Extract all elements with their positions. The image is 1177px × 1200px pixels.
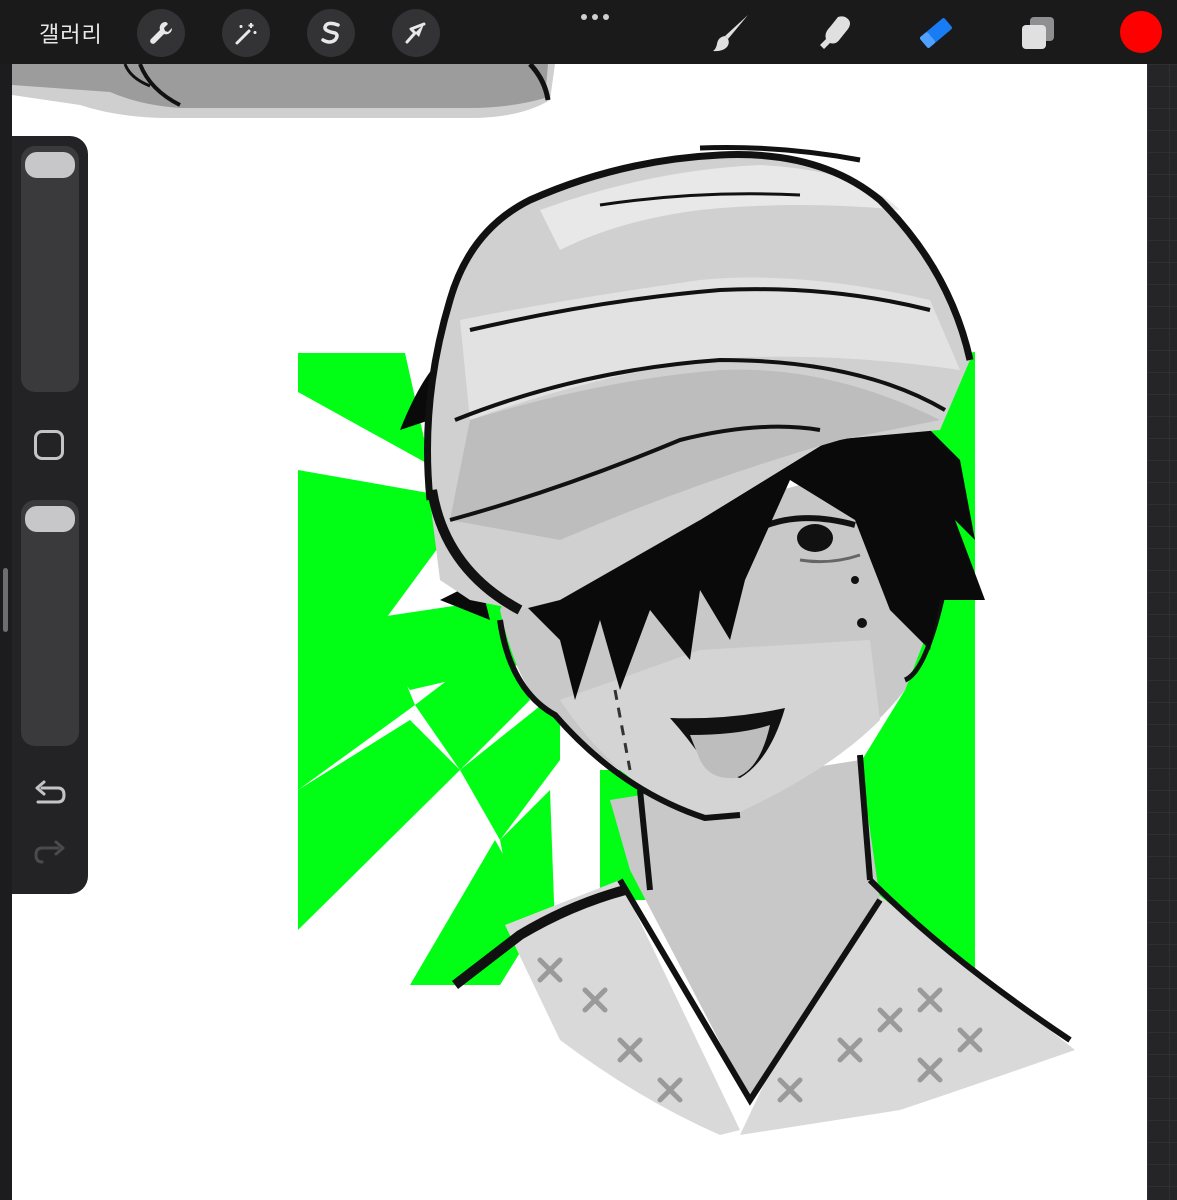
more-options-icon[interactable] bbox=[576, 4, 616, 24]
selection-button[interactable] bbox=[307, 9, 355, 57]
top-toolbar: 갤러리 bbox=[0, 0, 1177, 64]
transform-button[interactable] bbox=[392, 9, 440, 57]
color-picker-button[interactable] bbox=[1120, 11, 1162, 53]
cropped-reference-sketch bbox=[12, 64, 555, 118]
modify-button[interactable] bbox=[34, 430, 64, 460]
left-sidebar bbox=[12, 136, 88, 894]
brush-size-slider[interactable] bbox=[21, 146, 79, 392]
redo-icon[interactable] bbox=[32, 838, 68, 870]
drawing-canvas[interactable] bbox=[12, 64, 1147, 1200]
selection-s-icon bbox=[321, 21, 340, 44]
undo-icon[interactable] bbox=[32, 778, 68, 810]
canvas-side-strip bbox=[1147, 64, 1177, 1200]
artwork bbox=[12, 64, 1075, 1135]
brush-icon[interactable] bbox=[710, 11, 754, 55]
gallery-button[interactable]: 갤러리 bbox=[39, 17, 103, 49]
actions-button[interactable] bbox=[137, 9, 185, 57]
adjustments-button[interactable] bbox=[222, 9, 270, 57]
eraser-icon[interactable] bbox=[914, 11, 958, 55]
layers-icon[interactable] bbox=[1016, 11, 1060, 55]
magic-wand-icon bbox=[235, 23, 257, 45]
transform-arrow-icon bbox=[405, 22, 426, 44]
opacity-thumb[interactable] bbox=[25, 506, 75, 532]
brush-size-thumb[interactable] bbox=[25, 152, 75, 178]
wrench-icon bbox=[150, 21, 173, 44]
smudge-icon[interactable] bbox=[812, 11, 856, 55]
sidebar-drag-handle[interactable] bbox=[3, 568, 8, 632]
opacity-slider[interactable] bbox=[21, 500, 79, 746]
